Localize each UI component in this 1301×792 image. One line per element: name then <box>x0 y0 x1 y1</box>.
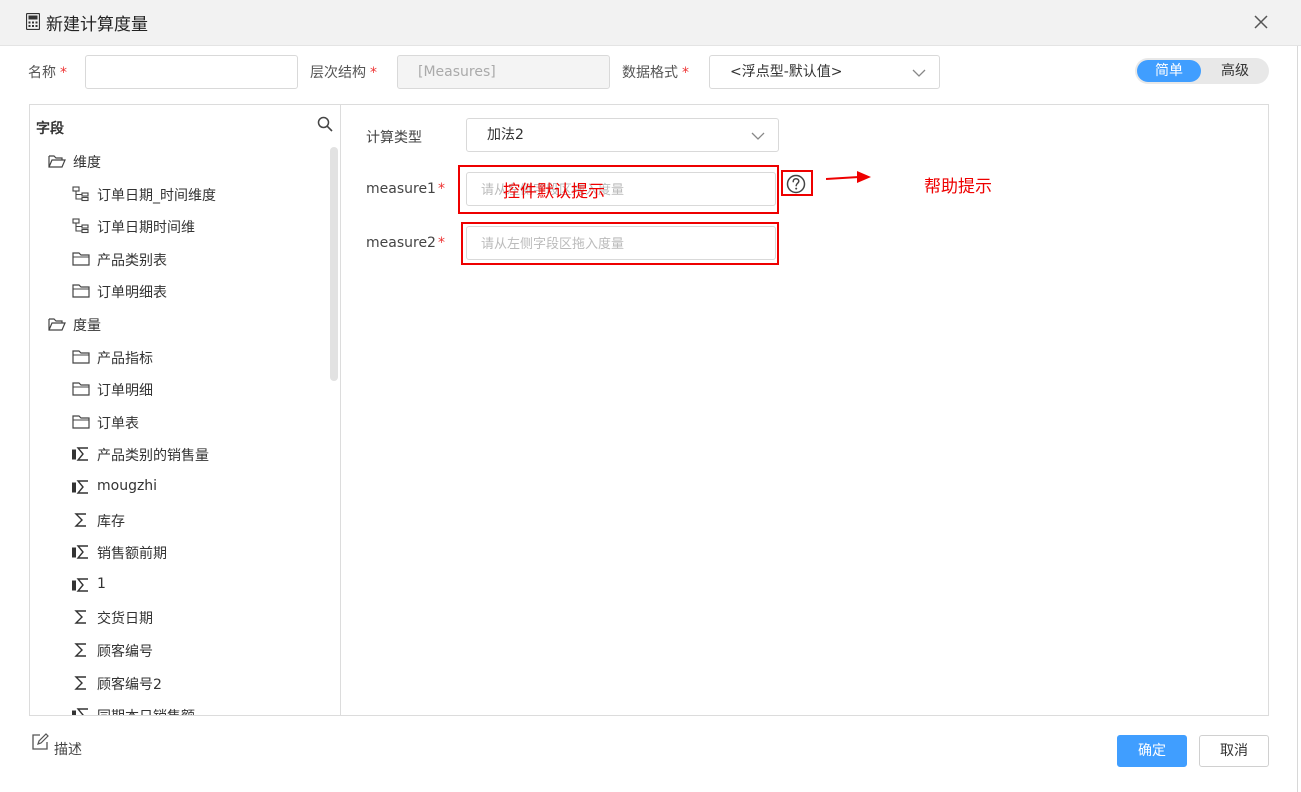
field-tree-item-label: 维度 <box>73 155 101 171</box>
calc-measure-icon <box>72 479 90 495</box>
folder-icon <box>72 381 90 397</box>
field-tree-item-label: 订单表 <box>97 415 139 432</box>
hierarchy-field: [Measures] <box>397 55 610 89</box>
folder-icon <box>72 414 90 430</box>
field-tree-item-label: 库存 <box>97 513 125 530</box>
close-icon[interactable] <box>1252 13 1270 31</box>
field-tree-item-label: 同期本日销售额 <box>97 706 195 715</box>
field-tree-item-label: 1 <box>97 575 106 592</box>
name-label: 名称 * <box>28 65 67 81</box>
annotation-box-measure2 <box>461 222 779 265</box>
annotation-control-hint: 控件默认提示 <box>503 182 605 202</box>
calc-measure-icon <box>72 577 90 593</box>
dialog-edge <box>1297 46 1298 792</box>
calc-measure-icon <box>72 446 90 462</box>
field-tree-item-label: 交货日期 <box>97 611 153 628</box>
chevron-down-icon <box>912 69 926 77</box>
format-label: 数据格式 * <box>622 65 689 81</box>
field-tree-item-label: 顾客编号2 <box>97 676 162 693</box>
annotation-arrow-icon <box>826 171 871 183</box>
measure1-label: measure1 * <box>366 181 445 197</box>
sigma-icon <box>72 512 90 528</box>
folder-open-icon <box>48 316 66 332</box>
field-tree-item-label: 度量 <box>73 318 101 334</box>
field-tree-scrollbar[interactable] <box>330 147 338 381</box>
mode-simple-button[interactable]: 简单 <box>1137 60 1201 82</box>
hierarchy-icon <box>72 218 90 234</box>
field-tree-item-label: 产品指标 <box>97 350 153 367</box>
folder-icon <box>72 349 90 365</box>
field-tree-item-label: 订单明细 <box>97 383 153 400</box>
mode-advanced-button[interactable]: 高级 <box>1203 60 1267 82</box>
dialog-titlebar: 新建计算度量 <box>0 0 1301 46</box>
format-select[interactable]: <浮点型-默认值> <box>709 55 940 89</box>
hierarchy-icon <box>72 186 90 202</box>
field-panel-title: 字段 <box>36 121 64 137</box>
cancel-button[interactable]: 取消 <box>1199 735 1269 767</box>
folder-open-icon <box>48 153 66 169</box>
field-panel: 字段 维度订单日期_时间维度 订单日期时间维 产品类别表订单明细表度量产品指标订单明… <box>30 105 341 715</box>
dialog-title: 新建计算度量 <box>46 15 148 35</box>
help-icon[interactable] <box>785 173 807 195</box>
folder-icon <box>72 283 90 299</box>
hierarchy-label: 层次结构 * <box>310 65 377 81</box>
field-tree-item-label: 销售额前期 <box>97 546 167 563</box>
describe-link[interactable]: 描述 <box>54 739 82 759</box>
calc-measure-icon <box>72 544 90 560</box>
edit-icon[interactable] <box>31 733 49 751</box>
field-tree-item-label: 产品类别的销售量 <box>97 448 209 465</box>
field-tree-item-label: 产品类别表 <box>97 252 167 269</box>
sigma-icon <box>72 609 90 625</box>
field-tree-item-label: 订单日期时间维 <box>97 220 195 237</box>
folder-icon <box>72 251 90 267</box>
measure2-label: measure2 * <box>366 235 445 251</box>
field-tree-item-label: 顾客编号 <box>97 644 153 660</box>
field-tree-item-label: mougzhi <box>97 478 158 494</box>
field-tree-item-label: 订单日期_时间维度 <box>97 187 216 204</box>
sigma-icon <box>72 642 90 658</box>
format-select-value: <浮点型-默认值> <box>730 64 843 80</box>
calc-measure-icon <box>72 707 90 715</box>
mode-toggle: 简单 高级 <box>1135 58 1269 84</box>
chevron-down-icon <box>751 132 765 140</box>
confirm-button[interactable]: 确定 <box>1117 735 1187 767</box>
field-tree-item-label: 订单明细表 <box>97 285 167 302</box>
calc-type-label: 计算类型 <box>366 130 422 146</box>
sigma-icon <box>72 675 90 691</box>
name-input[interactable] <box>85 55 298 89</box>
calc-type-value: 加法2 <box>487 127 524 143</box>
search-icon[interactable] <box>317 116 333 132</box>
annotation-help-hint: 帮助提示 <box>924 177 992 197</box>
calculator-icon <box>26 13 40 30</box>
calc-type-select[interactable]: 加法2 <box>466 118 779 152</box>
